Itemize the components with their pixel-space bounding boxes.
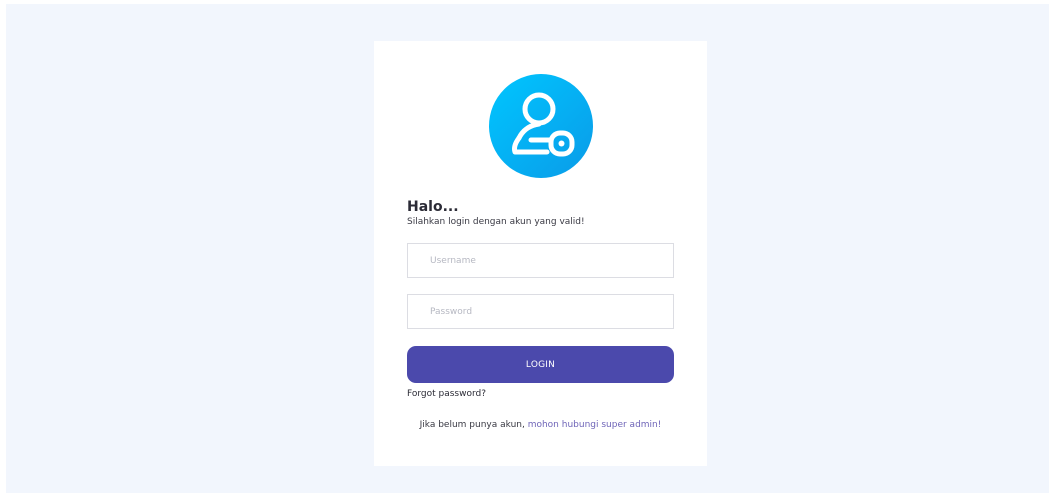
- username-input[interactable]: [407, 243, 674, 278]
- forgot-password-link[interactable]: Forgot password?: [407, 389, 486, 399]
- login-button[interactable]: LOGIN: [407, 346, 674, 383]
- password-input[interactable]: [407, 294, 674, 329]
- signup-text: Jika belum punya akun,: [419, 420, 528, 430]
- login-card: Halo... Silahkan login dengan akun yang …: [374, 41, 707, 466]
- user-key-icon: [489, 74, 593, 178]
- signup-note: Jika belum punya akun, mohon hubungi sup…: [374, 420, 707, 430]
- page-background: Halo... Silahkan login dengan akun yang …: [6, 4, 1049, 493]
- contact-admin-link[interactable]: mohon hubungi super admin!: [528, 420, 662, 430]
- greeting-title: Halo...: [407, 199, 459, 215]
- greeting-subtitle: Silahkan login dengan akun yang valid!: [407, 217, 585, 227]
